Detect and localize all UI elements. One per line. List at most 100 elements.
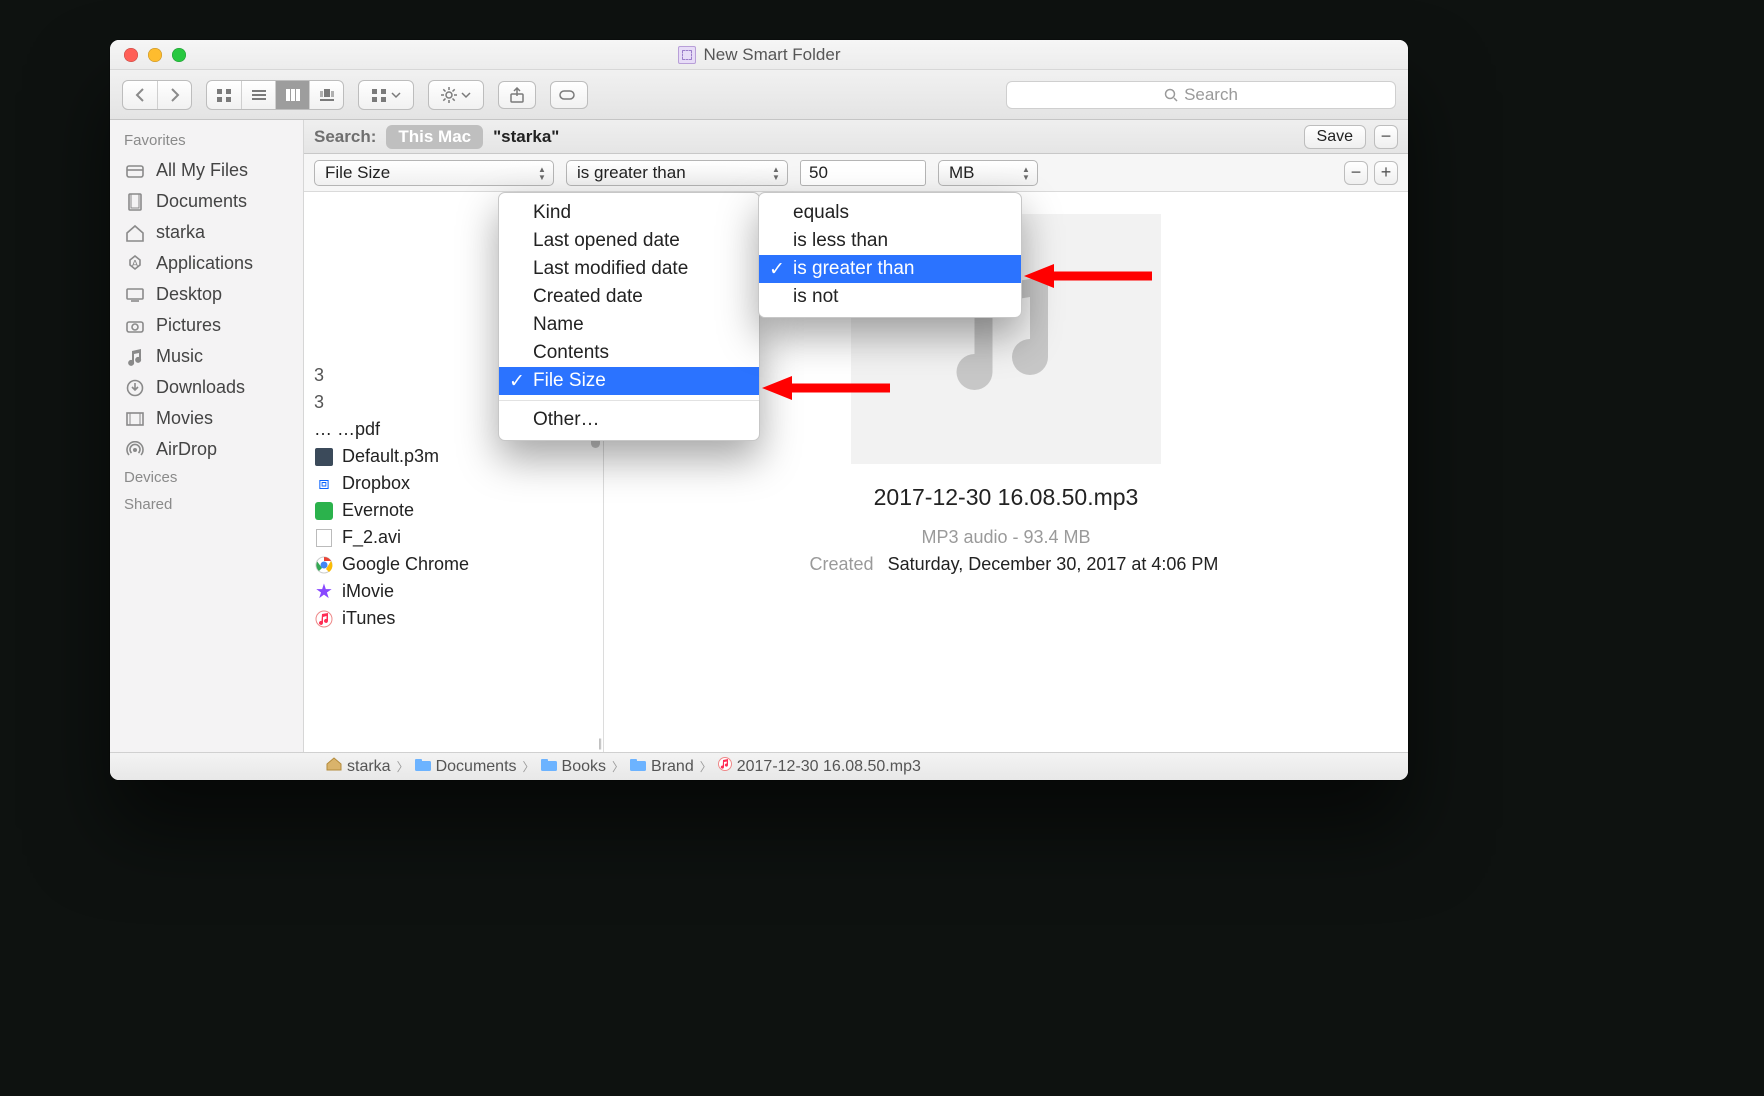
chevron-right-icon: 〉 <box>523 758 535 775</box>
path-segment[interactable]: 2017-12-30 16.08.50.mp3 <box>718 757 921 776</box>
folder-icon <box>718 757 732 776</box>
back-button[interactable] <box>123 81 157 109</box>
tags-button[interactable] <box>550 81 588 109</box>
preview-kind-size: MP3 audio - 93.4 MB <box>921 527 1090 548</box>
popup-arrows-icon: ▲▼ <box>1019 164 1033 184</box>
path-segment[interactable]: starka <box>326 757 391 776</box>
window-title-text: New Smart Folder <box>704 45 841 65</box>
preview-created-label: Created <box>794 554 874 575</box>
menu-item[interactable]: equals <box>759 199 1021 227</box>
arrange-button-group <box>358 80 414 110</box>
toolbar: Search <box>110 70 1408 120</box>
menu-item[interactable]: Last modified date <box>499 255 759 283</box>
sidebar-item-starka[interactable]: starka <box>110 217 303 248</box>
action-button-group <box>428 80 484 110</box>
search-scope-bar: Search: This Mac "starka" Save − <box>304 120 1408 154</box>
sidebar: Favorites All My FilesDocumentsstarkaAAp… <box>110 120 304 752</box>
criteria-value-field[interactable]: 50 <box>800 160 926 186</box>
criteria-row: File Size ▲▼ is greater than ▲▼ 50 MB ▲▼ <box>304 154 1408 192</box>
avi-icon <box>314 528 334 548</box>
sidebar-header-shared: Shared <box>110 492 303 519</box>
remove-criteria-button[interactable]: − <box>1344 161 1368 185</box>
list-item[interactable]: ★iMovie <box>304 578 603 605</box>
menu-item-other[interactable]: Other… <box>499 406 759 434</box>
menu-item[interactable]: Contents <box>499 339 759 367</box>
menu-item[interactable]: Last opened date <box>499 227 759 255</box>
scope-folder[interactable]: "starka" <box>493 127 559 147</box>
minimize-window-button[interactable] <box>148 48 162 62</box>
titlebar: New Smart Folder <box>110 40 1408 70</box>
list-item[interactable]: Google Chrome <box>304 551 603 578</box>
sidebar-item-airdrop[interactable]: AirDrop <box>110 434 303 465</box>
sidebar-item-downloads[interactable]: Downloads <box>110 372 303 403</box>
list-item[interactable]: iTunes <box>304 605 603 632</box>
action-button[interactable] <box>429 81 483 109</box>
dropbox-icon: ⧈ <box>314 474 334 494</box>
sidebar-item-desktop[interactable]: Desktop <box>110 279 303 310</box>
save-search-button[interactable]: Save <box>1304 125 1366 149</box>
sidebar-header-favorites: Favorites <box>110 128 303 155</box>
forward-button[interactable] <box>157 81 191 109</box>
menu-item[interactable]: is not <box>759 283 1021 311</box>
popup-arrows-icon: ▲▼ <box>769 164 783 184</box>
sidebar-item-music[interactable]: Music <box>110 341 303 372</box>
view-mode-buttons <box>206 80 344 110</box>
chevron-right-icon: 〉 <box>700 758 712 775</box>
criteria-unit-popup[interactable]: MB ▲▼ <box>938 160 1038 186</box>
view-list-button[interactable] <box>241 81 275 109</box>
search-placeholder: Search <box>1184 85 1238 105</box>
path-segment[interactable]: Books <box>541 758 606 776</box>
menu-item[interactable]: Kind <box>499 199 759 227</box>
list-item[interactable]: F_2.avi <box>304 524 603 551</box>
menu-item[interactable]: Created date <box>499 283 759 311</box>
path-segment[interactable]: Documents <box>415 758 517 776</box>
remove-scope-button[interactable]: − <box>1374 125 1398 149</box>
search-field[interactable]: Search <box>1006 81 1396 109</box>
airdrop-icon <box>124 441 146 459</box>
preview-filename: 2017-12-30 16.08.50.mp3 <box>874 484 1139 511</box>
sidebar-item-documents[interactable]: Documents <box>110 186 303 217</box>
share-button[interactable] <box>498 81 536 109</box>
list-item[interactable]: Default.p3m <box>304 443 603 470</box>
sidebar-item-applications[interactable]: AApplications <box>110 248 303 279</box>
sidebar-item-pictures[interactable]: Pictures <box>110 310 303 341</box>
arrange-button[interactable] <box>359 81 413 109</box>
zoom-window-button[interactable] <box>172 48 186 62</box>
menu-item[interactable]: is less than <box>759 227 1021 255</box>
menu-item[interactable]: ✓is greater than <box>759 255 1021 283</box>
sidebar-item-all-my-files[interactable]: All My Files <box>110 155 303 186</box>
app-icon: A <box>124 255 146 273</box>
path-segment[interactable]: Brand <box>630 758 694 776</box>
criteria-operator-popup[interactable]: is greater than ▲▼ <box>566 160 788 186</box>
smart-folder-icon <box>678 46 696 64</box>
camera-icon <box>124 317 146 335</box>
movie-icon <box>124 410 146 428</box>
close-window-button[interactable] <box>124 48 138 62</box>
column-resize-handle[interactable]: || <box>598 736 600 750</box>
scope-this-mac[interactable]: This Mac <box>386 125 483 149</box>
list-item[interactable]: Evernote <box>304 497 603 524</box>
window-title: New Smart Folder <box>678 45 841 65</box>
nav-buttons <box>122 80 192 110</box>
folder-icon <box>630 758 646 776</box>
svg-text:A: A <box>132 259 139 270</box>
doc-icon <box>124 193 146 211</box>
chevron-right-icon: 〉 <box>612 758 624 775</box>
menu-item[interactable]: Name <box>499 311 759 339</box>
view-icons-button[interactable] <box>207 81 241 109</box>
operator-menu[interactable]: equalsis less than✓is greater thanis not <box>758 192 1022 318</box>
add-criteria-button[interactable]: + <box>1374 161 1398 185</box>
criteria-attribute-popup[interactable]: File Size ▲▼ <box>314 160 554 186</box>
list-item[interactable]: ⧈Dropbox <box>304 470 603 497</box>
search-label: Search: <box>314 127 376 147</box>
desktop-icon <box>124 286 146 304</box>
view-coverflow-button[interactable] <box>309 81 343 109</box>
sidebar-item-movies[interactable]: Movies <box>110 403 303 434</box>
search-icon <box>1164 88 1178 102</box>
menu-item[interactable]: ✓File Size <box>499 367 759 395</box>
folder-icon <box>415 758 431 776</box>
evernote-icon <box>314 501 334 521</box>
attribute-menu[interactable]: KindLast opened dateLast modified dateCr… <box>498 192 760 441</box>
view-columns-button[interactable] <box>275 81 309 109</box>
sidebar-header-devices: Devices <box>110 465 303 492</box>
